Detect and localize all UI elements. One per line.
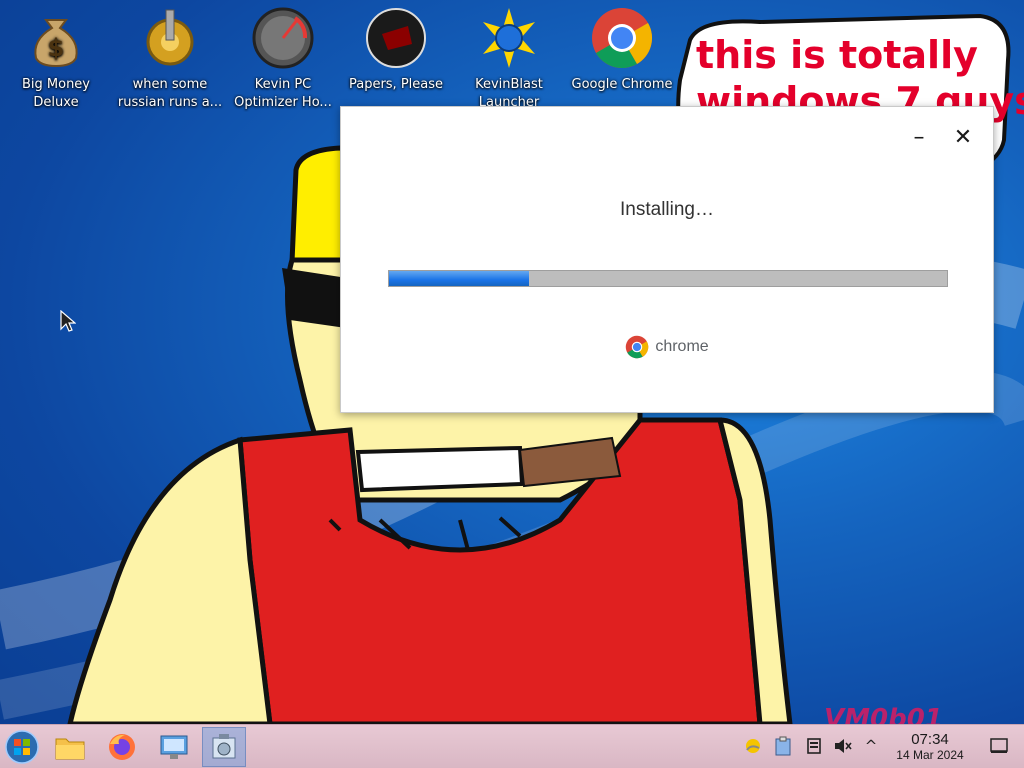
money-bag-icon: $ <box>24 6 88 70</box>
desktop-icon-big-money-deluxe[interactable]: $ Big Money Deluxe <box>0 6 112 112</box>
show-desktop-icon[interactable] <box>988 735 1010 757</box>
install-status-text: Installing… <box>620 199 714 220</box>
desktop-icon-google-chrome[interactable]: Google Chrome <box>566 6 678 94</box>
close-button[interactable]: ✕ <box>949 123 977 151</box>
icon-label: Kevin PC <box>254 77 312 92</box>
icon-label: russian runs a... <box>117 95 223 110</box>
taskbar-firefox[interactable] <box>100 727 144 767</box>
icon-label: Papers, Please <box>348 77 444 92</box>
clock-time: 07:34 <box>911 731 949 748</box>
papers-please-icon <box>364 6 428 70</box>
clock-date: 14 Mar 2024 <box>896 748 964 762</box>
tray-clipboard-icon[interactable] <box>772 735 794 757</box>
mouse-cursor-icon <box>60 310 76 332</box>
taskbar-file-explorer[interactable] <box>48 727 92 767</box>
icon-label: Google Chrome <box>571 77 673 92</box>
svg-text:$: $ <box>48 34 65 62</box>
icon-label: Deluxe <box>33 95 79 110</box>
progress-fill <box>389 271 529 286</box>
tray-storage-icon[interactable] <box>803 735 825 757</box>
icon-label: Big Money <box>21 77 90 92</box>
bubble-line-1: this is totally <box>696 33 978 77</box>
taskbar-chrome-installer[interactable] <box>202 727 246 767</box>
windows-start-icon <box>5 730 39 764</box>
icon-label: when some <box>132 77 208 92</box>
minimize-button[interactable]: – <box>905 123 933 151</box>
tray-expand-icon[interactable]: ^ <box>860 735 882 757</box>
speedometer-icon <box>251 6 315 70</box>
taskbar-control-panel[interactable] <box>152 727 196 767</box>
desktop-icon-kevinblast[interactable]: KevinBlast Launcher <box>453 6 565 112</box>
desktop-icon-russian[interactable]: when some russian runs a... <box>114 6 226 112</box>
icon-label: KevinBlast <box>475 77 543 92</box>
chrome-logo-icon <box>626 335 649 359</box>
desktop-icon-papers-please[interactable]: Papers, Please <box>340 6 452 94</box>
tray-weather-icon[interactable] <box>742 735 764 757</box>
chrome-wordmark: chrome <box>655 338 709 355</box>
icon-label: Optimizer Ho... <box>234 95 332 110</box>
control-panel-icon <box>160 735 188 759</box>
installer-icon <box>212 734 236 759</box>
kevinblast-icon <box>477 6 541 70</box>
chrome-brand: chrome <box>341 335 993 359</box>
chrome-icon <box>590 6 654 70</box>
chrome-installer-window: – ✕ Installing… chrome <box>340 106 994 413</box>
taskbar: ^ 07:34 14 Mar 2024 <box>0 724 1024 768</box>
start-button[interactable] <box>0 727 44 767</box>
firefox-icon <box>109 734 135 760</box>
folder-icon <box>55 738 85 760</box>
gear-icon <box>138 6 202 70</box>
desktop-icon-kevin-pc-optimizer[interactable]: Kevin PC Optimizer Ho... <box>227 6 339 112</box>
install-progress-bar <box>388 270 948 287</box>
tray-volume-muted-icon[interactable] <box>832 735 854 757</box>
taskbar-clock[interactable]: 07:34 14 Mar 2024 <box>884 731 976 763</box>
